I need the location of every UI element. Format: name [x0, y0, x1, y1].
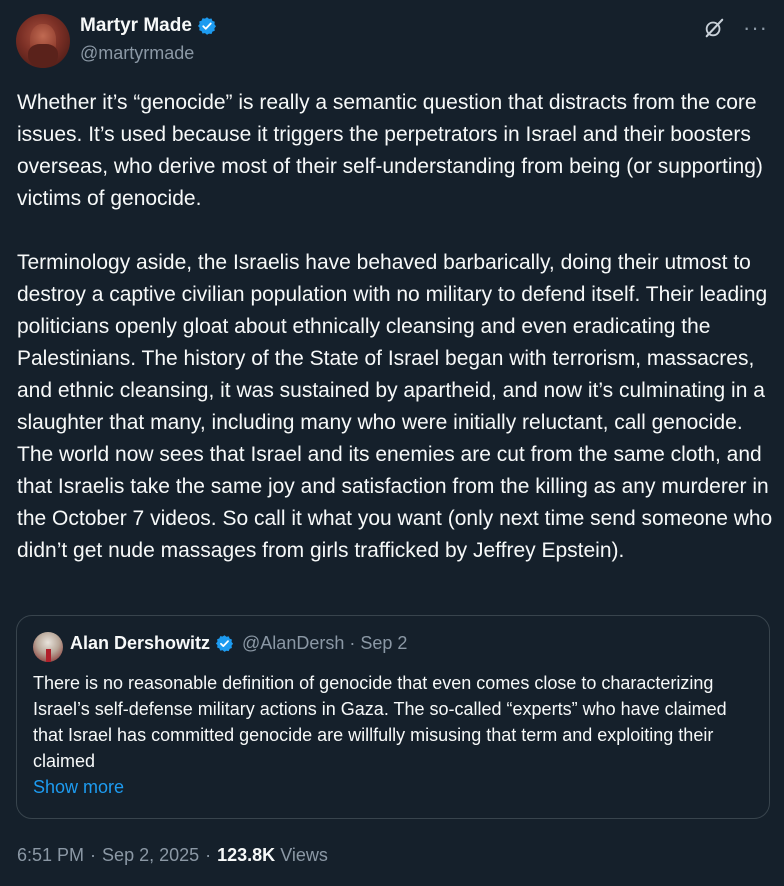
show-more-link[interactable]: Show more [33, 777, 124, 798]
quoted-author-name[interactable]: Alan Dershowitz [70, 633, 210, 654]
avatar-beard [28, 44, 58, 68]
quoted-author-avatar[interactable] [33, 632, 63, 662]
author-name-row: Martyr Made [80, 15, 217, 37]
tweet-post: Martyr Made @martyrmade ··· Whether it’s… [0, 0, 784, 886]
post-time[interactable]: 6:51 PM [17, 845, 84, 866]
top-actions: ··· [703, 17, 768, 39]
separator-dot: · [349, 633, 356, 653]
quoted-author-handle[interactable]: @AlanDersh [242, 633, 344, 654]
avatar-tie [46, 649, 51, 662]
quoted-post-header: Alan Dershowitz @AlanDersh · Sep 2 [70, 633, 407, 654]
author-avatar[interactable] [16, 14, 70, 68]
post-date[interactable]: Sep 2, 2025 [102, 845, 199, 866]
quoted-post-date[interactable]: Sep 2 [360, 633, 407, 654]
author-display-name[interactable]: Martyr Made [80, 15, 192, 37]
views-label: Views [280, 845, 328, 865]
post-meta: 6:51 PM · Sep 2, 2025 · 123.8K Views [17, 845, 328, 866]
quoted-post-text: There is no reasonable definition of gen… [33, 673, 727, 771]
tweet-text: Whether it’s “genocide” is really a sema… [17, 91, 773, 562]
author-handle[interactable]: @martyrmade [80, 43, 194, 64]
views-count[interactable]: 123.8K [217, 845, 275, 866]
verified-badge-icon [197, 16, 217, 36]
separator-dot: · [205, 845, 212, 865]
more-options-icon[interactable]: ··· [743, 17, 768, 39]
verified-badge-icon [215, 634, 234, 653]
grok-icon[interactable] [703, 17, 725, 39]
quoted-post[interactable]: Alan Dershowitz @AlanDersh · Sep 2 There… [16, 615, 770, 819]
separator-dot: · [90, 845, 97, 865]
